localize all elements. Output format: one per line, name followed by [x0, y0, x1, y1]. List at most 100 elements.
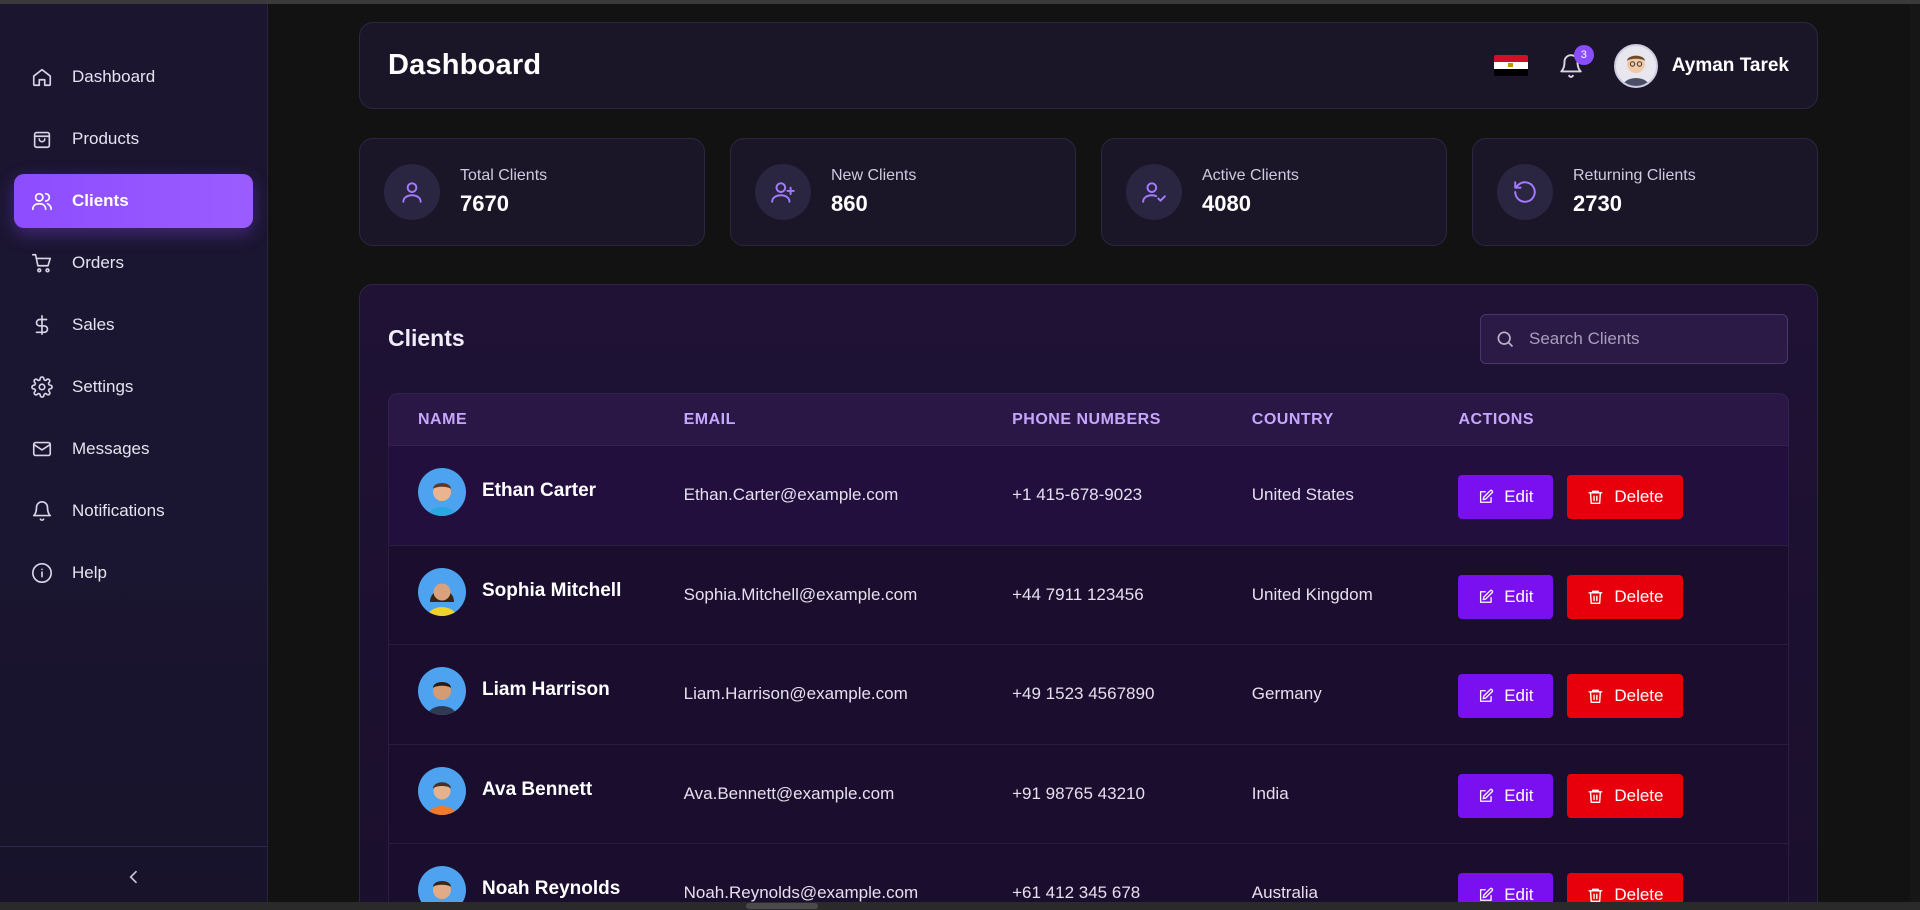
phone-cell: +44 7911 123456	[1012, 584, 1144, 604]
bell-icon	[30, 499, 54, 523]
sidebar-item-products[interactable]: Products	[14, 112, 253, 166]
notification-count-badge: 3	[1573, 44, 1594, 65]
name-cell: Sophia Mitchell	[389, 567, 684, 616]
column-header-name[interactable]: NAME	[389, 411, 684, 429]
delete-button[interactable]: Delete	[1567, 574, 1684, 619]
table-row: Ava Bennett Ava.Bennett@example.com +91 …	[388, 744, 1789, 844]
edit-label: Edit	[1504, 487, 1534, 507]
sidebar-nav: Dashboard Products Clients Orders Sales	[0, 4, 267, 600]
user-plus-icon	[755, 164, 811, 220]
vertical-scrollbar[interactable]	[1910, 4, 1920, 902]
stat-value: 860	[831, 191, 868, 216]
edit-label: Edit	[1504, 586, 1534, 606]
sidebar-item-messages[interactable]: Messages	[14, 422, 253, 476]
refresh-icon	[1497, 164, 1553, 220]
horizontal-scrollbar[interactable]	[0, 902, 1920, 910]
sidebar-item-settings[interactable]: Settings	[14, 360, 253, 414]
phone-cell: +91 98765 43210	[1012, 783, 1145, 803]
sidebar-item-label: Sales	[72, 315, 115, 334]
table-row: Ethan Carter Ethan.Carter@example.com +1…	[388, 446, 1789, 546]
user-name: Ayman Tarek	[1671, 54, 1789, 76]
clients-panel: Clients NAME EMAIL PHONE NUMBERS COUNTRY…	[359, 284, 1818, 910]
stat-label: Total Clients	[460, 167, 548, 184]
stat-label: Active Clients	[1202, 167, 1299, 184]
home-icon	[30, 65, 54, 89]
delete-button[interactable]: Delete	[1567, 674, 1684, 719]
page-title: Dashboard	[388, 49, 542, 81]
sidebar-item-label: Messages	[72, 439, 150, 458]
stat-card-total-clients: Total Clients 7670	[359, 138, 705, 246]
actions-cell: Edit Delete	[1458, 574, 1788, 619]
stat-label: New Clients	[831, 167, 917, 184]
sidebar-item-label: Products	[72, 129, 140, 148]
sidebar-item-label: Dashboard	[72, 67, 156, 86]
sidebar-collapse-button[interactable]	[0, 846, 267, 906]
client-name: Liam Harrison	[482, 679, 610, 701]
search-input[interactable]	[1529, 329, 1769, 349]
edit-button[interactable]: Edit	[1458, 773, 1554, 818]
table-header: NAME EMAIL PHONE NUMBERS COUNTRY ACTIONS	[388, 393, 1789, 446]
column-header-country[interactable]: COUNTRY	[1252, 411, 1459, 429]
delete-label: Delete	[1614, 586, 1664, 606]
edit-icon	[1480, 688, 1494, 703]
search-box[interactable]	[1480, 314, 1788, 364]
edit-label: Edit	[1504, 785, 1534, 805]
delete-label: Delete	[1614, 487, 1664, 507]
name-cell: Ethan Carter	[389, 468, 684, 517]
gear-icon	[30, 375, 54, 399]
edit-label: Edit	[1504, 686, 1534, 706]
actions-cell: Edit Delete	[1458, 773, 1788, 818]
chevron-left-icon	[128, 870, 137, 883]
edit-icon	[1480, 489, 1494, 504]
column-header-phone[interactable]: PHONE NUMBERS	[1012, 411, 1252, 429]
avatar	[418, 468, 466, 517]
sidebar-item-clients[interactable]: Clients	[14, 174, 253, 228]
edit-button[interactable]: Edit	[1458, 475, 1554, 520]
shopping-bag-icon	[30, 127, 54, 151]
sidebar-item-orders[interactable]: Orders	[14, 236, 253, 290]
stats-row: Total Clients 7670 New Clients 860 Activ…	[359, 138, 1818, 246]
country-cell: United Kingdom	[1251, 584, 1373, 604]
delete-label: Delete	[1614, 686, 1664, 706]
language-flag-icon[interactable]	[1493, 54, 1528, 77]
name-cell: Liam Harrison	[389, 667, 684, 716]
sidebar-item-label: Clients	[72, 191, 129, 210]
stat-label: Returning Clients	[1573, 167, 1696, 184]
sidebar-item-label: Orders	[72, 253, 124, 272]
email-cell: Sophia.Mitchell@example.com	[683, 584, 918, 604]
user-icon	[384, 164, 440, 220]
stat-card-returning-clients: Returning Clients 2730	[1472, 138, 1818, 246]
user-menu[interactable]: Ayman Tarek	[1613, 43, 1789, 88]
column-header-email[interactable]: EMAIL	[684, 411, 1013, 429]
email-cell: Noah.Reynolds@example.com	[683, 883, 919, 903]
sidebar-item-label: Help	[72, 563, 107, 582]
actions-cell: Edit Delete	[1458, 475, 1788, 520]
window-top-border	[0, 0, 1920, 4]
delete-button[interactable]: Delete	[1567, 773, 1684, 818]
avatar	[418, 567, 466, 616]
table-row: Liam Harrison Liam.Harrison@example.com …	[388, 645, 1789, 745]
sidebar-item-label: Notifications	[72, 501, 165, 520]
users-icon	[30, 189, 54, 213]
edit-button[interactable]: Edit	[1458, 574, 1554, 619]
name-cell: Ava Bennett	[389, 766, 684, 815]
avatar	[418, 766, 466, 815]
avatar	[418, 667, 466, 716]
edit-button[interactable]: Edit	[1458, 674, 1554, 719]
dollar-icon	[30, 313, 54, 337]
clients-title: Clients	[388, 325, 465, 351]
delete-button[interactable]: Delete	[1567, 475, 1684, 520]
email-cell: Ethan.Carter@example.com	[683, 485, 899, 505]
edit-icon	[1480, 589, 1494, 603]
table-row: Noah Reynolds Noah.Reynolds@example.com …	[388, 844, 1789, 910]
notifications-button[interactable]: 3	[1556, 44, 1594, 81]
stat-card-new-clients: New Clients 860	[730, 138, 1076, 246]
sidebar-item-notifications[interactable]: Notifications	[14, 484, 253, 538]
client-name: Sophia Mitchell	[482, 579, 622, 601]
sidebar-item-dashboard[interactable]: Dashboard	[14, 50, 253, 104]
sidebar-item-help[interactable]: Help	[14, 546, 253, 600]
stat-value: 7670	[460, 191, 509, 216]
sidebar-item-sales[interactable]: Sales	[14, 298, 253, 352]
scrollbar-thumb[interactable]	[746, 903, 818, 909]
actions-cell: Edit Delete	[1458, 674, 1788, 719]
